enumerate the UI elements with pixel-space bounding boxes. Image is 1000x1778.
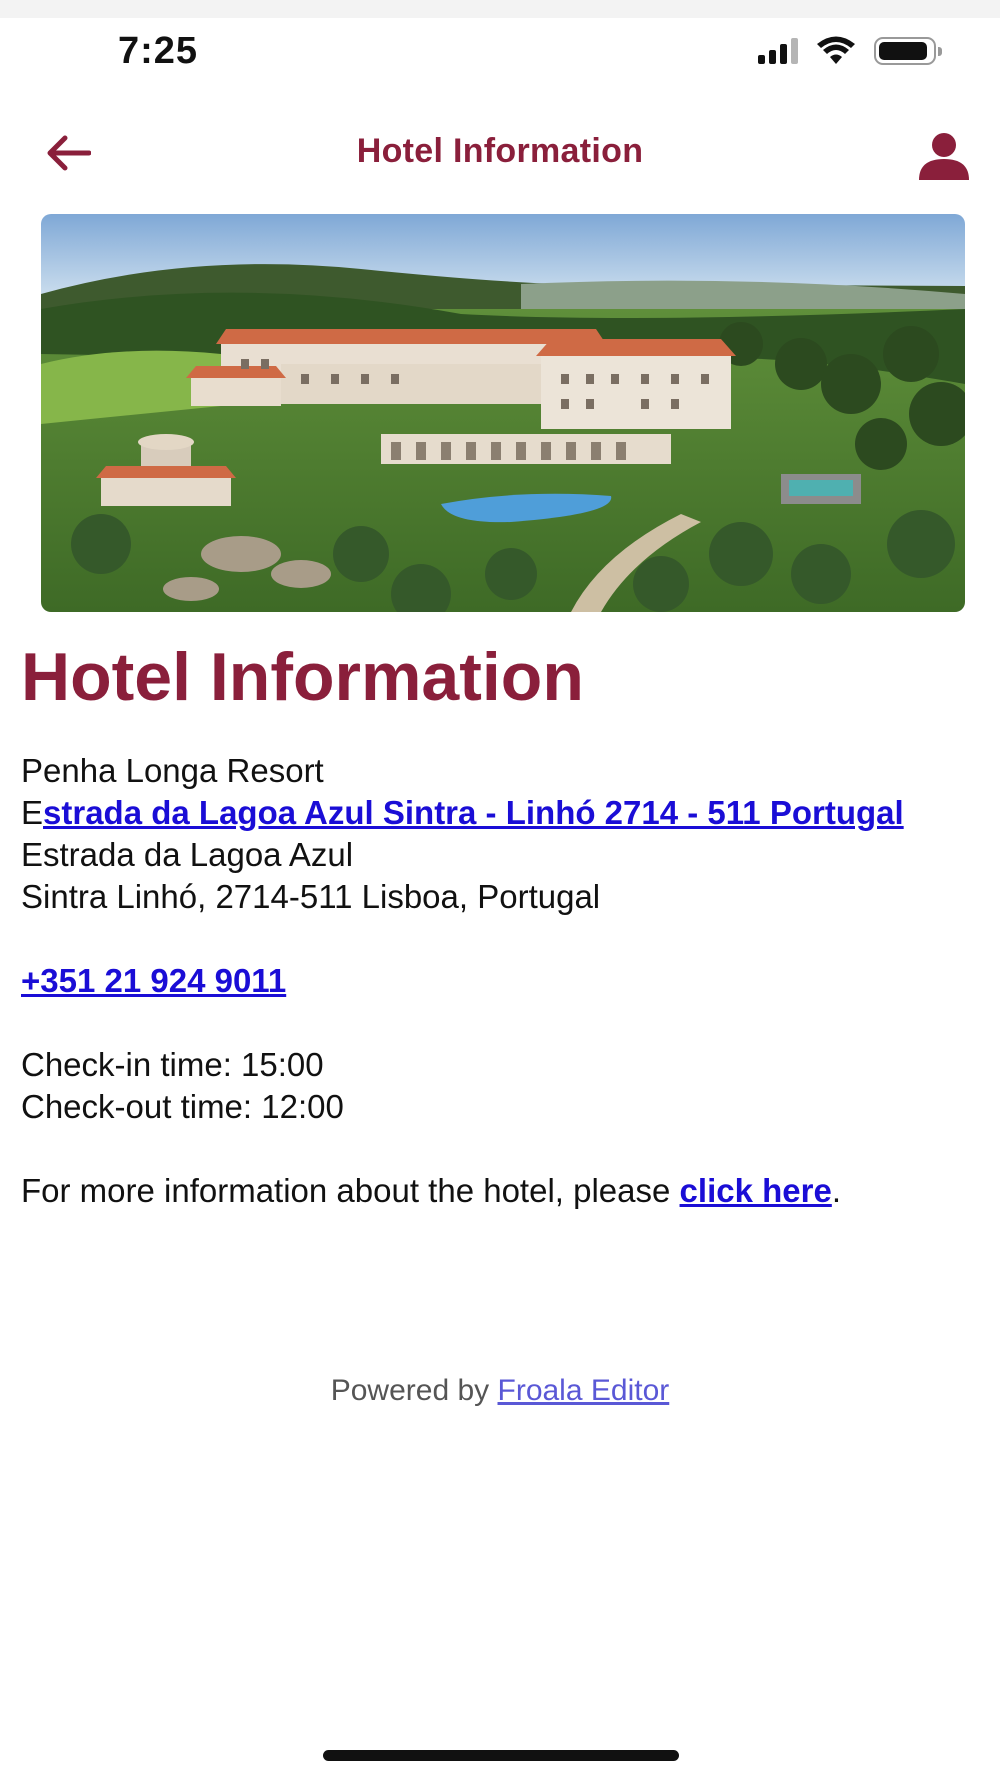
checkin-time: Check-in time: 15:00 [21,1046,324,1083]
phone-line: +351 21 924 9011 [21,960,971,1002]
hotel-details: Penha Longa Resort Estrada da Lagoa Azul… [21,750,971,1212]
page-heading: Hotel Information [21,639,584,715]
powered-by: Powered by Froala Editor [330,1374,670,1407]
nav-title: Hotel Information [356,132,644,170]
froala-editor-link[interactable]: Froala Editor [498,1374,670,1407]
hotel-photo [41,214,965,612]
more-info-text: For more information about the hotel, pl… [21,1172,841,1209]
status-time: 7:25 [118,30,199,72]
nav-bar: Hotel Information [0,110,1000,194]
user-icon [919,133,969,180]
status-bar: 7:25 [0,0,1000,100]
phone-link[interactable]: +351 21 924 9011 [21,962,286,999]
checkout-time: Check-out time: 12:00 [21,1088,344,1125]
address-map-link[interactable]: strada da Lagoa Azul Sintra - Linhó 2714… [43,794,904,831]
battery-icon [874,37,942,65]
more-info-link[interactable]: click here [680,1172,832,1209]
status-icons [758,36,942,66]
address-line-2: Sintra Linhó, 2714-511 Lisboa, Portugal [21,878,601,915]
resort-name: Penha Longa Resort [21,752,324,789]
address-link-line: Estrada da Lagoa Azul Sintra - Linhó 271… [21,792,971,834]
cellular-signal-icon [758,38,798,64]
wifi-icon [817,36,855,64]
address-link-initial: E [21,794,44,831]
address-line-1: Estrada da Lagoa Azul [21,836,354,873]
profile-button[interactable] [912,124,976,188]
content-area: Hotel Information Penha Longa Resort Est… [21,632,971,1212]
home-indicator [323,1750,679,1761]
